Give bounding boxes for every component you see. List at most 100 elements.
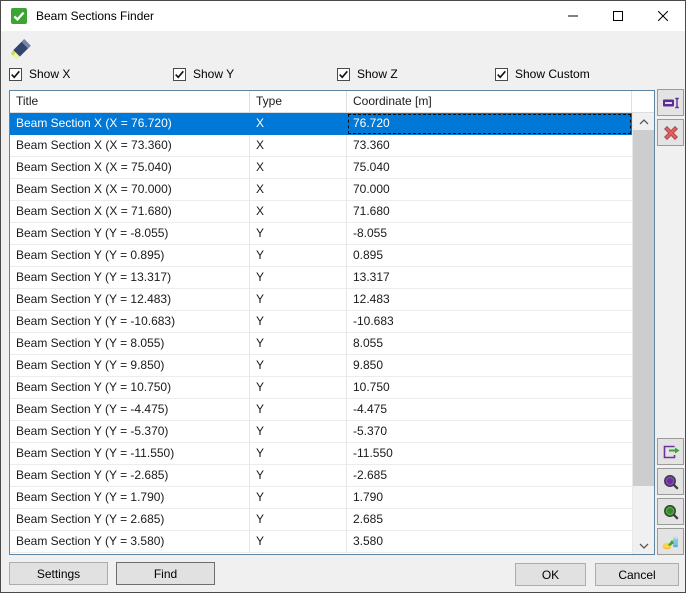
- filter-label: Show X: [29, 67, 70, 81]
- row-type: Y: [250, 509, 347, 531]
- row-type: Y: [250, 289, 347, 311]
- row-coordinate: 73.360: [347, 135, 632, 157]
- show-z-checkbox[interactable]: Show Z: [337, 67, 398, 81]
- brush-button[interactable]: [9, 36, 35, 62]
- row-title: Beam Section Y (Y = 3.580): [10, 531, 250, 553]
- row-coordinate: 75.040: [347, 157, 632, 179]
- table-row[interactable]: Beam Section Y (Y = -2.685) Y -2.685: [10, 465, 632, 487]
- scroll-up-button[interactable]: [633, 113, 654, 130]
- filter-label: Show Z: [357, 67, 398, 81]
- table-row[interactable]: Beam Section Y (Y = -8.055) Y -8.055: [10, 223, 632, 245]
- ok-button[interactable]: OK: [515, 563, 586, 586]
- row-coordinate: 9.850: [347, 355, 632, 377]
- find-button[interactable]: Find: [116, 562, 215, 585]
- row-type: Y: [250, 465, 347, 487]
- titlebar: Beam Sections Finder: [1, 1, 685, 31]
- row-type: X: [250, 135, 347, 157]
- row-type: Y: [250, 245, 347, 267]
- settings-button[interactable]: Settings: [9, 562, 108, 585]
- row-coordinate: -11.550: [347, 443, 632, 465]
- minimize-button[interactable]: [550, 1, 595, 31]
- row-title: Beam Section X (X = 73.360): [10, 135, 250, 157]
- filter-label: Show Custom: [515, 67, 590, 81]
- row-type: Y: [250, 223, 347, 245]
- table-row[interactable]: Beam Section Y (Y = 13.317) Y 13.317: [10, 267, 632, 289]
- cancel-button[interactable]: Cancel: [595, 563, 679, 586]
- row-title: Beam Section Y (Y = -4.475): [10, 399, 250, 421]
- green-check-icon: [11, 8, 27, 24]
- table-row[interactable]: Beam Section X (X = 75.040) X 75.040: [10, 157, 632, 179]
- column-header-title[interactable]: Title: [10, 91, 250, 112]
- row-type: Y: [250, 377, 347, 399]
- table-row[interactable]: Beam Section X (X = 76.720) X 76.720: [10, 113, 632, 135]
- table-body: Beam Section X (X = 76.720) X 76.720 Bea…: [10, 113, 632, 554]
- table-row[interactable]: Beam Section Y (Y = 12.483) Y 12.483: [10, 289, 632, 311]
- show-x-checkbox[interactable]: Show X: [9, 67, 70, 81]
- table-row[interactable]: Beam Section Y (Y = -5.370) Y -5.370: [10, 421, 632, 443]
- table-row[interactable]: Beam Section Y (Y = 8.055) Y 8.055: [10, 333, 632, 355]
- chevron-down-icon: [639, 543, 649, 549]
- row-type: Y: [250, 311, 347, 333]
- table-row[interactable]: Beam Section Y (Y = 3.580) Y 3.580: [10, 531, 632, 553]
- beam-sections-table: Title Type Coordinate [m] Beam Section X…: [9, 90, 655, 555]
- brush-icon: [10, 37, 34, 61]
- row-title: Beam Section Y (Y = 8.055): [10, 333, 250, 355]
- row-type: Y: [250, 443, 347, 465]
- row-type: Y: [250, 355, 347, 377]
- row-coordinate: 70.000: [347, 179, 632, 201]
- rename-button[interactable]: [657, 89, 684, 116]
- delete-button[interactable]: [657, 119, 684, 146]
- table-row[interactable]: Beam Section Y (Y = -4.475) Y -4.475: [10, 399, 632, 421]
- table-row[interactable]: Beam Section Y (Y = -11.550) Y -11.550: [10, 443, 632, 465]
- row-type: Y: [250, 267, 347, 289]
- row-coordinate: 0.895: [347, 245, 632, 267]
- table-row[interactable]: Beam Section Y (Y = 2.685) Y 2.685: [10, 509, 632, 531]
- row-coordinate: -10.683: [347, 311, 632, 333]
- row-title: Beam Section Y (Y = -8.055): [10, 223, 250, 245]
- row-title: Beam Section Y (Y = 0.895): [10, 245, 250, 267]
- table-row[interactable]: Beam Section Y (Y = 0.895) Y 0.895: [10, 245, 632, 267]
- vertical-scrollbar[interactable]: [632, 113, 654, 554]
- table-row[interactable]: Beam Section X (X = 71.680) X 71.680: [10, 201, 632, 223]
- column-header-type[interactable]: Type: [250, 91, 347, 112]
- show-custom-checkbox[interactable]: Show Custom: [495, 67, 590, 81]
- row-type: X: [250, 113, 347, 135]
- close-button[interactable]: [640, 1, 685, 31]
- row-coordinate: -4.475: [347, 399, 632, 421]
- row-coordinate: 3.580: [347, 531, 632, 553]
- export-selection-button[interactable]: [657, 438, 684, 465]
- table-row[interactable]: Beam Section X (X = 70.000) X 70.000: [10, 179, 632, 201]
- row-coordinate: 1.790: [347, 487, 632, 509]
- chevron-up-icon: [639, 119, 649, 125]
- maximize-icon: [613, 11, 623, 21]
- table-row[interactable]: Beam Section Y (Y = 10.750) Y 10.750: [10, 377, 632, 399]
- zoom-all-button[interactable]: [657, 498, 684, 525]
- table-row[interactable]: Beam Section Y (Y = 9.850) Y 9.850: [10, 355, 632, 377]
- magnifier-green-icon: [662, 503, 680, 521]
- scrollbar-thumb[interactable]: [633, 130, 654, 486]
- row-type: Y: [250, 421, 347, 443]
- row-title: Beam Section Y (Y = 10.750): [10, 377, 250, 399]
- row-title: Beam Section Y (Y = 1.790): [10, 487, 250, 509]
- maximize-button[interactable]: [595, 1, 640, 31]
- row-coordinate: 8.055: [347, 333, 632, 355]
- table-row[interactable]: Beam Section Y (Y = -10.683) Y -10.683: [10, 311, 632, 333]
- row-title: Beam Section X (X = 71.680): [10, 201, 250, 223]
- zoom-selected-button[interactable]: [657, 468, 684, 495]
- column-header-coordinate[interactable]: Coordinate [m]: [347, 91, 632, 112]
- close-icon: [658, 11, 668, 21]
- row-title: Beam Section X (X = 75.040): [10, 157, 250, 179]
- show-in-3d-button[interactable]: [657, 528, 684, 555]
- row-coordinate: 2.685: [347, 509, 632, 531]
- row-title: Beam Section Y (Y = 2.685): [10, 509, 250, 531]
- show-y-checkbox[interactable]: Show Y: [173, 67, 234, 81]
- window-title: Beam Sections Finder: [36, 9, 154, 23]
- export-selection-icon: [662, 443, 680, 461]
- checkbox-icon: [495, 68, 508, 81]
- minimize-icon: [568, 11, 578, 21]
- scroll-down-button[interactable]: [633, 537, 654, 554]
- table-row[interactable]: Beam Section Y (Y = 1.790) Y 1.790: [10, 487, 632, 509]
- rename-icon: [662, 94, 680, 112]
- filter-label: Show Y: [193, 67, 234, 81]
- table-row[interactable]: Beam Section X (X = 73.360) X 73.360: [10, 135, 632, 157]
